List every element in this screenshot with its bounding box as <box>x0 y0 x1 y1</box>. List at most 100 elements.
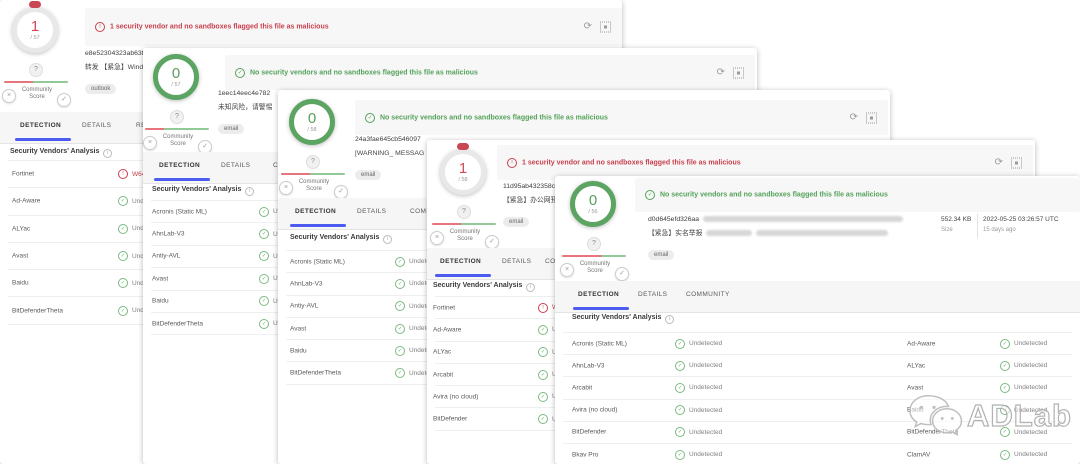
adlab-watermark: ADLab <box>905 390 1072 442</box>
tab-details[interactable]: DETAILS <box>502 258 531 265</box>
undetected-icon: ✓ <box>538 414 548 424</box>
vendor-name: Avira (no cloud) <box>572 407 617 414</box>
active-tab-underline <box>154 178 210 181</box>
undetected-icon: ✓ <box>259 229 269 239</box>
verdict-banner: !1 security vendor and no sandboxes flag… <box>497 145 1033 180</box>
undetected-icon: ✓ <box>259 251 269 261</box>
community-question-badge: ? <box>587 237 601 251</box>
vendor-name: BitDefenderTheta <box>290 370 341 377</box>
community-score-bar <box>4 81 68 83</box>
analysis-title: Security Vendors' Analysisi <box>152 186 254 196</box>
vendor-result: ✓ Undetected <box>675 383 722 393</box>
expand-icon[interactable] <box>733 67 744 78</box>
detection-score-total: / 58 <box>458 177 467 183</box>
expand-icon[interactable] <box>600 22 611 33</box>
undetected-icon: ✓ <box>259 207 269 217</box>
vendor-result: ✓Undetected <box>1000 339 1047 349</box>
undetected-icon: ✓ <box>675 427 685 437</box>
community-score-label: Community Score <box>14 87 60 101</box>
vendor-name: Baidu <box>290 347 307 354</box>
tab-community[interactable]: COMMUNITY <box>686 291 730 298</box>
vendor-result: ✓Undetected <box>1000 361 1047 371</box>
file-hash-line: 24a3fae645cb546097 <box>355 136 424 144</box>
tab-details[interactable]: DETAILS <box>82 122 111 129</box>
wechat-logo-icon <box>905 390 963 442</box>
community-score-label: Community Score <box>155 134 201 148</box>
file-tags: email <box>218 117 272 128</box>
vendor-result-text: Undetected <box>1014 451 1047 458</box>
tab-detection[interactable]: DETECTION <box>578 291 619 298</box>
file-tag-email[interactable]: email <box>218 124 244 134</box>
undetected-icon: ✓ <box>675 450 685 460</box>
verdict-text: 1 security vendor and no sandboxes flagg… <box>110 24 329 31</box>
vendor-name: BitDefenderTheta <box>12 307 63 314</box>
file-hash-line: e8e52304323ab63f5 <box>85 50 152 58</box>
tab-details[interactable]: DETAILS <box>357 208 386 215</box>
active-tab-underline <box>435 274 491 277</box>
file-hash: d0d645efd326aa <box>648 216 699 223</box>
detection-score-total: / 57 <box>30 35 39 41</box>
verdict-banner: ✓No security vendors and no sandboxes fl… <box>355 100 888 135</box>
file-tag-email[interactable]: email <box>648 250 674 260</box>
undetected-icon: ✓ <box>675 383 685 393</box>
undetected-icon: ✓ <box>118 278 128 288</box>
vendor-result-text: Undetected <box>689 429 722 436</box>
first-submission-ago: 15 days ago <box>983 227 1059 233</box>
alert-icon: ! <box>507 158 517 168</box>
community-question-badge: ? <box>170 110 184 124</box>
community-question-badge: ? <box>306 155 320 169</box>
file-name: 【紧急】实名举报 <box>648 230 702 237</box>
expand-icon[interactable] <box>866 112 877 123</box>
active-tab-underline <box>290 224 346 227</box>
vendor-name: Fortinet <box>433 304 455 311</box>
tab-details[interactable]: DETAILS <box>221 162 250 169</box>
tab-detection[interactable]: DETECTION <box>159 162 200 169</box>
undetected-icon: ✓ <box>118 196 128 206</box>
file-hash: e8e52304323ab63f5 <box>85 50 147 57</box>
upvote-button[interactable]: ✓ <box>485 235 499 249</box>
verdict-text: No security vendors and no sandboxes fla… <box>380 114 608 121</box>
undetected-icon: ✓ <box>118 224 128 234</box>
reanalyze-icon[interactable]: ⟳ <box>850 113 858 123</box>
tab-detection[interactable]: DETECTION <box>295 208 336 215</box>
vendor-name: Baidu <box>152 298 169 305</box>
malicious-icon: ! <box>538 303 548 313</box>
expand-icon[interactable] <box>1011 157 1022 168</box>
undetected-icon: ✓ <box>395 324 405 334</box>
reanalyze-icon[interactable]: ⟳ <box>584 22 592 32</box>
file-info: 24a3fae645cb546097[WARNING_ MESSAGemail <box>355 136 424 174</box>
undetected-icon: ✓ <box>538 392 548 402</box>
file-tags: outlook <box>85 77 152 88</box>
file-name: 未知风险，请警惕 <box>218 104 272 111</box>
undetected-icon: ✓ <box>675 339 685 349</box>
file-tag-email[interactable]: email <box>503 217 529 227</box>
reanalyze-icon[interactable]: ⟳ <box>717 68 725 78</box>
undetected-icon: ✓ <box>1000 339 1010 349</box>
verdict-text: No security vendors and no sandboxes fla… <box>660 192 888 199</box>
vendor-result: !W64 <box>118 169 145 179</box>
upvote-button[interactable]: ✓ <box>334 185 348 199</box>
file-tag-email[interactable]: email <box>355 170 381 180</box>
active-tab-underline <box>15 138 71 141</box>
clean-check-icon: ✓ <box>645 190 655 200</box>
analysis-title-text: Security Vendors' Analysis <box>572 314 661 321</box>
file-tags: email <box>648 243 903 254</box>
tab-detection[interactable]: DETECTION <box>20 122 61 129</box>
undetected-icon: ✓ <box>538 370 548 380</box>
virustotal-report-stack: 1/ 57?×Community Score✓!1 security vendo… <box>0 0 1080 464</box>
tab-details[interactable]: DETAILS <box>638 291 667 298</box>
vendor-name: Acronis (Static ML) <box>290 258 345 265</box>
upvote-button[interactable]: ✓ <box>615 267 629 281</box>
file-tag-outlook[interactable]: outlook <box>85 84 116 94</box>
file-hash: 11d95ab432358c <box>503 183 555 190</box>
vendor-name: BitDefenderTheta <box>152 320 203 327</box>
upvote-button[interactable]: ✓ <box>57 93 71 107</box>
vendor-result-text: Undetected <box>689 384 722 391</box>
detection-score-total: / 58 <box>307 127 316 133</box>
undetected-icon: ✓ <box>259 296 269 306</box>
tab-detection[interactable]: DETECTION <box>440 258 481 265</box>
malicious-icon: ! <box>118 169 128 179</box>
reanalyze-icon[interactable]: ⟳ <box>995 158 1003 168</box>
info-icon: i <box>245 187 254 196</box>
vendor-name: Bkav Pro <box>572 451 598 458</box>
